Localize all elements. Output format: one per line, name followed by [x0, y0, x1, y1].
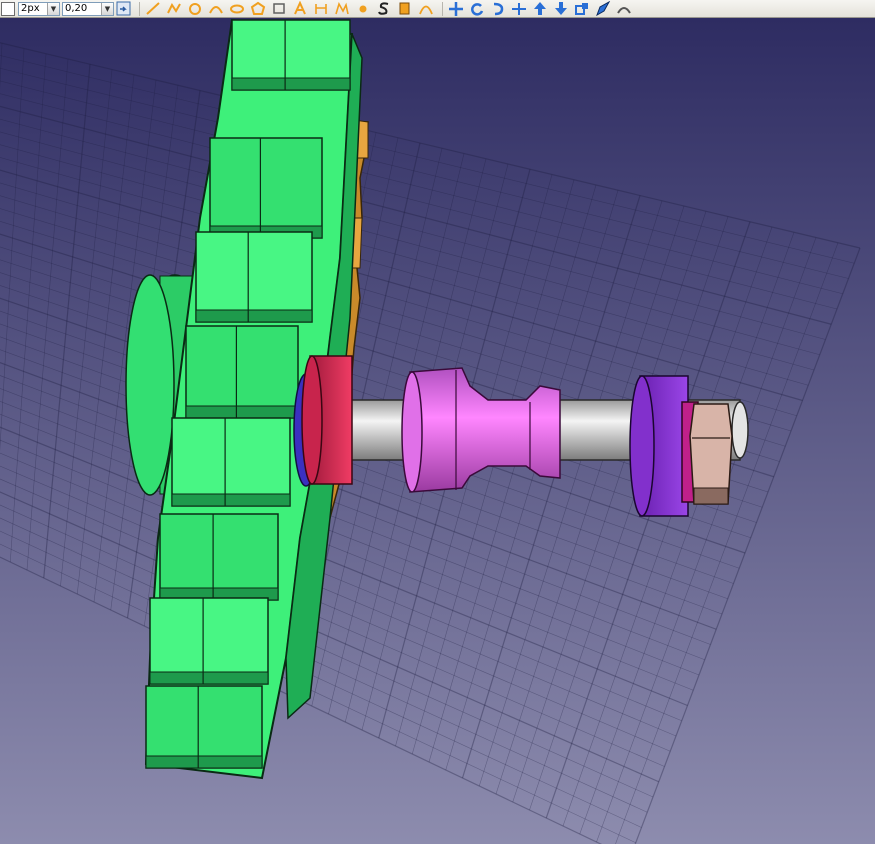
trim-icon[interactable] [510, 1, 528, 16]
circle-icon[interactable] [186, 1, 204, 16]
move-icon[interactable] [447, 1, 465, 16]
wire-to-bspline-icon[interactable] [615, 1, 633, 16]
edit-icon[interactable] [594, 1, 612, 16]
gear-tooth-shadow [185, 405, 299, 419]
draw-tools-group [144, 1, 438, 16]
draft-toolbar: 2px ▼ 0,20 ▼ [0, 0, 875, 18]
gear-tooth-shadow [195, 309, 313, 323]
bspline-icon[interactable] [333, 1, 351, 16]
point-icon[interactable] [354, 1, 372, 16]
apply-style-icon[interactable] [116, 1, 132, 16]
hex-nut[interactable] [689, 403, 733, 505]
line-width-value: 2px [21, 2, 40, 14]
shape-string-icon[interactable] [375, 1, 393, 16]
downgrade-icon[interactable] [552, 1, 570, 16]
construction-mode-checkbox[interactable] [1, 1, 15, 16]
ellipse-icon[interactable] [228, 1, 246, 16]
bezier-icon[interactable] [417, 1, 435, 16]
scale-icon[interactable] [573, 1, 591, 16]
polygon-icon[interactable] [249, 1, 267, 16]
gear-tooth [195, 231, 313, 323]
polyline-icon[interactable] [165, 1, 183, 16]
gear-tooth [171, 417, 291, 507]
upgrade-icon[interactable] [531, 1, 549, 16]
line-width-field[interactable]: 2px ▼ [18, 1, 60, 16]
gear-tooth [159, 513, 279, 601]
dimension-icon[interactable] [312, 1, 330, 16]
line-width-spin-icon[interactable]: ▼ [47, 2, 59, 15]
offset-field[interactable]: 0,20 ▼ [62, 1, 114, 16]
purple-washer[interactable] [629, 375, 689, 517]
gear-tooth-shadow [149, 671, 269, 685]
gear-tooth [149, 597, 269, 685]
gear-tooth-shadow [145, 755, 263, 769]
offset-spin-icon[interactable]: ▼ [101, 2, 113, 15]
modify-tools-group [447, 1, 636, 16]
gear-tooth-shadow [171, 493, 291, 507]
toolbar-separator [442, 1, 443, 16]
rotate-icon[interactable] [468, 1, 486, 16]
offset-icon[interactable] [489, 1, 507, 16]
3d-viewport[interactable] [0, 18, 875, 844]
gear-tooth-shadow [231, 77, 351, 91]
offset-value: 0,20 [65, 2, 88, 14]
pen-line-icon[interactable] [144, 1, 162, 16]
gear-tooth [185, 325, 299, 419]
gear-tooth [209, 137, 323, 239]
arc-icon[interactable] [207, 1, 225, 16]
text-icon[interactable] [291, 1, 309, 16]
facebinder-icon[interactable] [396, 1, 414, 16]
red-collar[interactable] [293, 355, 353, 487]
toolbar-separator [139, 1, 140, 16]
rectangle-icon[interactable] [270, 1, 288, 16]
